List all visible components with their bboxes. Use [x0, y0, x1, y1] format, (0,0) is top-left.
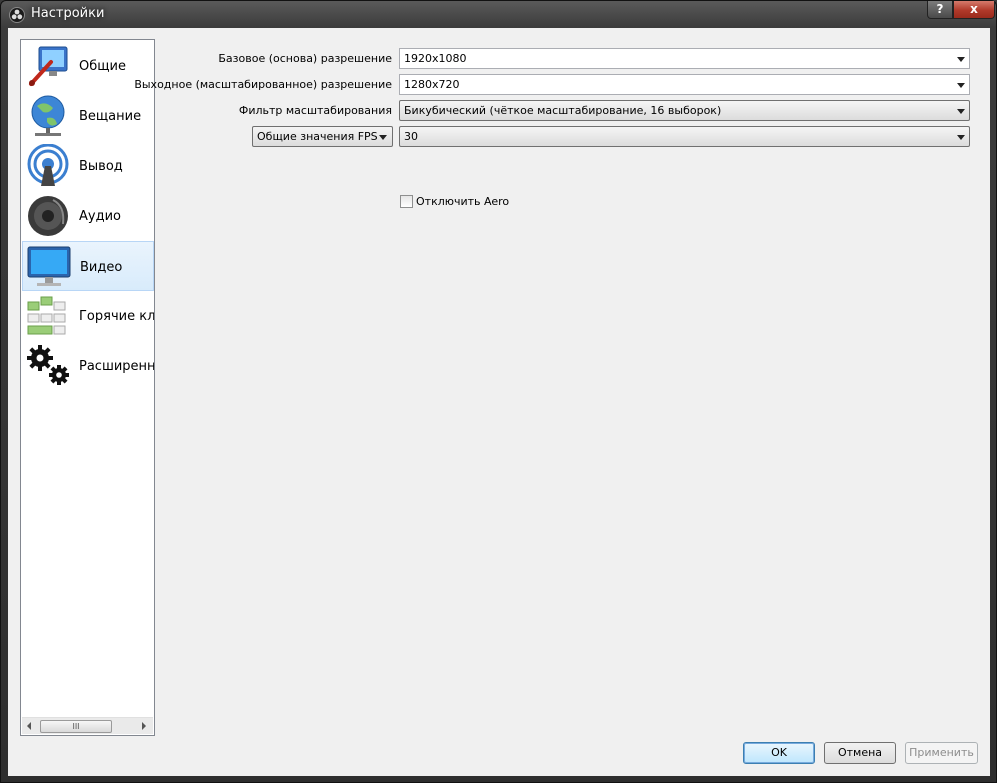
sidebar-item-hotkeys[interactable]: Горячие кл [22, 291, 154, 341]
apply-button[interactable]: Применить [905, 742, 978, 764]
output-broadcast-icon [27, 144, 69, 186]
title-bar[interactable]: Настройки ? x [1, 1, 996, 27]
chevron-down-icon [957, 109, 965, 114]
stream-globe-icon [31, 95, 65, 136]
cancel-button[interactable]: Отмена [824, 742, 896, 764]
gears-icon [27, 345, 69, 385]
general-settings-icon [29, 46, 68, 86]
sidebar-item-stream[interactable]: Вещание [22, 91, 154, 141]
sidebar-item-audio[interactable]: Аудио [22, 191, 154, 241]
sidebar-item-output[interactable]: Вывод [22, 141, 154, 191]
scroll-thumb[interactable]: III [40, 720, 112, 733]
sidebar-item-label: Аудио [79, 209, 121, 224]
base-resolution-label: Базовое (основа) разрешение [218, 52, 392, 65]
chevron-down-icon [957, 83, 965, 88]
settings-client-area: Общие Вещание Вывод Аудио Видео Горячие … [8, 28, 990, 776]
chevron-down-icon [957, 135, 965, 140]
fps-value: 30 [404, 130, 418, 143]
settings-window: Настройки ? x Общие Вещание Вывод Аудио … [0, 0, 997, 783]
downscale-filter-combo[interactable]: Бикубический (чёткое масштабирование, 16… [399, 100, 970, 121]
ok-button[interactable]: OK [743, 742, 815, 764]
chevron-down-icon [957, 57, 965, 62]
downscale-filter-label: Фильтр масштабирования [238, 104, 392, 117]
monitor-icon [27, 246, 71, 286]
fps-value-combo[interactable]: 30 [399, 126, 970, 147]
window-title: Настройки [31, 6, 105, 21]
output-resolution-label: Выходное (масштабированное) разрешение [134, 78, 392, 91]
output-resolution-combo[interactable]: 1280x720 [399, 74, 970, 95]
sidebar-item-label: Общие [79, 59, 126, 74]
close-button[interactable]: x [953, 1, 995, 19]
sidebar-item-advanced[interactable]: Расширенн [22, 341, 154, 391]
scroll-left-icon[interactable] [27, 722, 31, 730]
speaker-icon [28, 196, 68, 236]
sidebar-item-label: Вещание [79, 109, 142, 124]
disable-aero-label[interactable]: Отключить Aero [416, 195, 509, 208]
sidebar-item-label: Вывод [79, 159, 123, 174]
help-button[interactable]: ? [927, 1, 953, 19]
base-resolution-value: 1920x1080 [404, 52, 467, 65]
sidebar-item-label: Расширенн [79, 359, 155, 374]
fps-type-value: Общие значения FPS [257, 130, 378, 143]
sidebar-item-label: Горячие кл [79, 309, 155, 324]
base-resolution-combo[interactable]: 1920x1080 [399, 48, 970, 69]
chevron-down-icon [379, 135, 387, 140]
fps-type-combo[interactable]: Общие значения FPS [252, 126, 393, 147]
disable-aero-checkbox[interactable] [400, 195, 413, 208]
output-resolution-value: 1280x720 [404, 78, 460, 91]
settings-category-list[interactable]: Общие Вещание Вывод Аудио Видео Горячие … [20, 39, 155, 736]
downscale-filter-value: Бикубический (чёткое масштабирование, 16… [404, 104, 722, 117]
hotkeys-icon [27, 296, 66, 335]
obs-logo-icon [9, 7, 25, 23]
sidebar-item-label: Видео [80, 260, 123, 275]
sidebar-horizontal-scrollbar[interactable]: III [22, 717, 153, 734]
sidebar-item-video[interactable]: Видео [22, 241, 154, 291]
scroll-right-icon[interactable] [142, 722, 146, 730]
